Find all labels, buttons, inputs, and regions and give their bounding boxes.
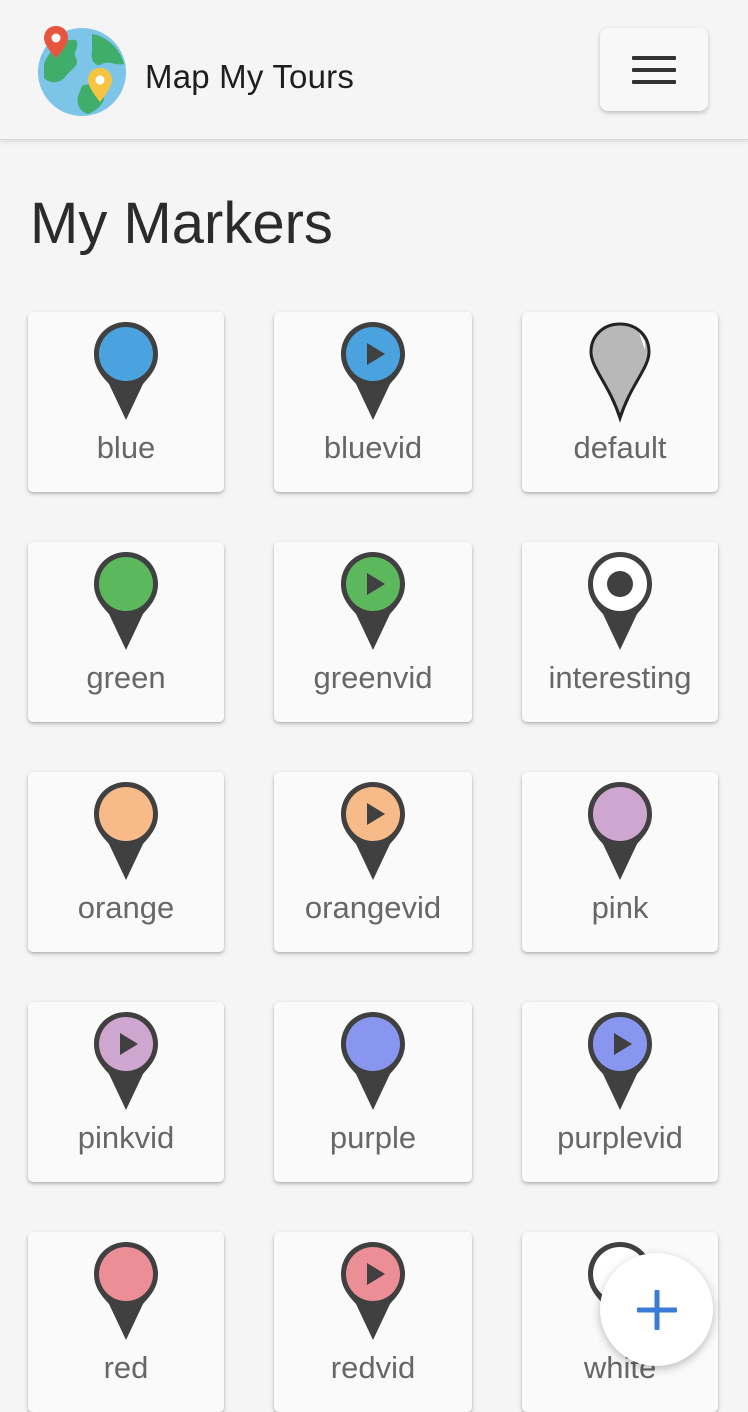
marker-card[interactable]: blue [28, 312, 224, 492]
marker-label: redvid [330, 1350, 416, 1385]
marker-card[interactable]: greenvid [274, 542, 472, 722]
marker-card[interactable]: pink [522, 772, 718, 952]
marker-label: blue [96, 430, 156, 465]
map-pin-icon [89, 550, 163, 654]
hamburger-menu-icon [632, 55, 676, 84]
marker-card[interactable]: green [28, 542, 224, 722]
app-title: Map My Tours [145, 58, 355, 95]
marker-card[interactable]: orangevid [274, 772, 472, 952]
marker-card[interactable]: orange [28, 772, 224, 952]
default-pin-icon [583, 320, 657, 424]
plus-icon [636, 1289, 677, 1330]
marker-card[interactable]: pinkvid [28, 1002, 224, 1182]
marker-card[interactable]: interesting [522, 542, 718, 722]
target-pin-icon [583, 550, 657, 654]
marker-label: purple [329, 1120, 417, 1155]
globe-logo-icon [36, 26, 128, 118]
marker-label: default [573, 430, 667, 465]
marker-label: pinkvid [77, 1120, 175, 1155]
marker-label: pink [591, 890, 649, 925]
video-pin-icon [336, 1240, 410, 1344]
marker-card[interactable]: redvid [274, 1232, 472, 1412]
marker-label: greenvid [313, 660, 433, 695]
marker-card[interactable]: purple [274, 1002, 472, 1182]
app-bar: Map My Tours [0, 0, 748, 140]
video-pin-icon [89, 1010, 163, 1114]
video-pin-icon [336, 550, 410, 654]
map-pin-icon [89, 780, 163, 884]
menu-button[interactable] [600, 28, 708, 111]
marker-label: orange [77, 890, 175, 925]
marker-card[interactable]: default [522, 312, 718, 492]
marker-card[interactable]: bluevid [274, 312, 472, 492]
marker-card[interactable]: red [28, 1232, 224, 1412]
marker-grid: blue bluevid default green greenvid inte… [28, 312, 718, 1412]
video-pin-icon [583, 1010, 657, 1114]
marker-label: interesting [548, 660, 692, 695]
marker-label: green [86, 660, 166, 695]
add-marker-button[interactable] [600, 1253, 713, 1366]
page-title: My Markers [30, 191, 333, 256]
marker-label: red [103, 1350, 149, 1385]
video-pin-icon [336, 320, 410, 424]
marker-label: bluevid [323, 430, 423, 465]
map-pin-icon [89, 1240, 163, 1344]
marker-label: purplevid [557, 1120, 683, 1155]
map-pin-icon [336, 1010, 410, 1114]
map-pin-icon [89, 320, 163, 424]
video-pin-icon [336, 780, 410, 884]
marker-label: orangevid [304, 890, 442, 925]
marker-card[interactable]: purplevid [522, 1002, 718, 1182]
map-pin-icon [583, 780, 657, 884]
